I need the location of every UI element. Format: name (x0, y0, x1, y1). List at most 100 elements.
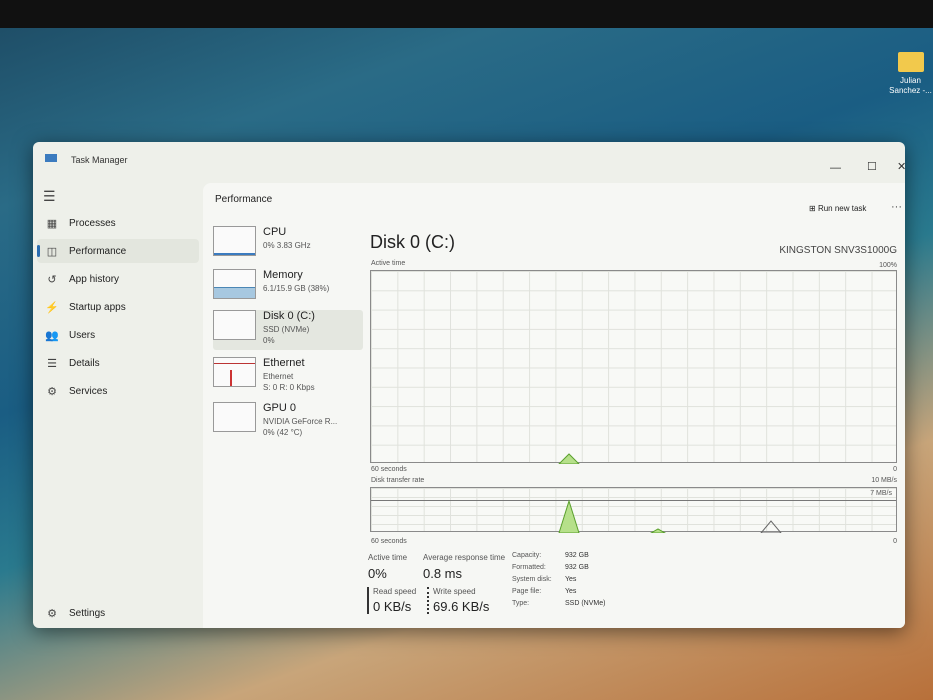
perf-item-detail: Ethernet S: 0 R: 0 Kbps (263, 371, 315, 393)
desktop-folder-icon[interactable]: Julian Sanchez -... (888, 52, 933, 96)
prop-value: Yes (565, 576, 577, 583)
prop-value: SSD (NVMe) (565, 600, 606, 607)
disk-title: Disk 0 (C:) (370, 232, 455, 252)
disk-usage: 0% (263, 336, 275, 345)
title-bar: Task Manager — ☐ ✕ (33, 142, 905, 178)
gpu-usage: 0% (42 °C) (263, 428, 303, 437)
prop-key: Type: (512, 600, 530, 607)
active-time-series (558, 453, 580, 464)
transfer-rate-max: 10 MB/s (871, 477, 897, 484)
details-icon: ☰ (47, 357, 57, 370)
active-time-value: 0% (368, 566, 387, 581)
transfer-rate-min: 0 (893, 538, 897, 545)
processes-icon: ▦ (46, 217, 58, 230)
disk-properties-values: 932 GB 932 GB Yes Yes SSD (NVMe) (565, 550, 605, 610)
write-speed-label: Write speed (433, 587, 476, 596)
minimize-button[interactable]: — (830, 162, 841, 174)
sidebar-item-label: Details (69, 357, 100, 369)
active-time-max: 100% (879, 262, 897, 269)
sidebar-item-processes[interactable]: ▦ Processes (37, 211, 199, 235)
settings-icon: ⚙ (47, 607, 57, 620)
sidebar-item-users[interactable]: 👥 Users (37, 323, 199, 347)
sidebar-item-services[interactable]: ⚙ Services (37, 379, 199, 403)
prop-value: 932 GB (565, 552, 589, 559)
page-title: Performance (215, 194, 273, 205)
sidebar-item-app-history[interactable]: ↺ App history (37, 267, 199, 291)
perf-item-detail: 6.1/15.9 GB (38%) (263, 284, 330, 293)
disk-thumbnail (213, 310, 256, 340)
run-new-task-button[interactable]: ⊞ Run new task (809, 204, 866, 213)
perf-item-name: GPU 0 (263, 402, 297, 414)
users-icon: 👥 (45, 329, 59, 342)
perf-item-name: Disk 0 (C:) (263, 310, 315, 322)
prop-value: 932 GB (565, 564, 589, 571)
sidebar-item-label: Startup apps (69, 301, 126, 313)
perf-item-name: CPU (263, 226, 287, 238)
sidebar-item-performance[interactable]: ◫ Performance (37, 239, 199, 263)
transfer-rate-series (558, 499, 782, 533)
adapter-name: Ethernet (263, 372, 294, 381)
read-speed-value: 0 KB/s (373, 599, 412, 614)
prop-key: Page file: (512, 588, 542, 595)
sidebar-item-details[interactable]: ☰ Details (37, 351, 199, 375)
write-speed-marker (427, 587, 429, 614)
active-time-graph (370, 270, 897, 464)
perf-item-detail: SSD (NVMe) 0% (263, 324, 309, 346)
perf-item-cpu[interactable]: CPU 0% 3.83 GHz (213, 226, 363, 266)
sidebar-item-startup-apps[interactable]: ⚡ Startup apps (37, 295, 199, 319)
sidebar-item-label: App history (69, 273, 120, 285)
more-options-button[interactable]: ··· (891, 201, 902, 213)
active-time-label: Active time (368, 553, 408, 562)
maximize-button[interactable]: ☐ (867, 160, 877, 173)
ethernet-thumbnail (213, 357, 256, 387)
performance-icon: ◫ (46, 245, 58, 258)
gpu-model: NVIDIA GeForce R... (263, 417, 338, 426)
disk-type: SSD (NVMe) (263, 325, 310, 334)
prop-value: Yes (565, 588, 577, 595)
sidebar-item-label: Settings (69, 607, 106, 619)
startup-icon: ⚡ (45, 301, 59, 314)
perf-item-name: Ethernet (263, 357, 305, 369)
sidebar: ☰ ▦ Processes ◫ Performance ↺ App history ⚡… (33, 178, 203, 628)
sidebar-item-label: Performance (69, 245, 127, 257)
perf-item-detail: NVIDIA GeForce R... 0% (42 °C) (263, 416, 337, 438)
avg-response-label: Average response time (423, 553, 506, 562)
perf-item-detail: 0% 3.83 GHz (263, 241, 311, 250)
perf-item-name: Memory (263, 269, 303, 281)
disk-model: KINGSTON SNV3S1000G (779, 245, 897, 256)
throughput: S: 0 R: 0 Kbps (263, 383, 315, 392)
hamburger-menu-icon[interactable]: ☰ (43, 188, 56, 205)
perf-item-memory[interactable]: Memory 6.1/15.9 GB (38%) (213, 269, 363, 309)
read-speed-marker (367, 587, 369, 614)
window-title: Task Manager (71, 155, 128, 165)
history-icon: ↺ (47, 273, 57, 286)
active-time-graph-label: Active time (371, 260, 406, 267)
screen-bezel (0, 0, 933, 28)
write-speed-value: 69.6 KB/s (433, 599, 490, 614)
perf-item-disk[interactable]: Disk 0 (C:) SSD (NVMe) 0% (213, 310, 363, 350)
cpu-thumbnail (213, 226, 256, 256)
prop-key: System disk: (512, 576, 552, 583)
memory-thumbnail (213, 269, 256, 299)
prop-key: Formatted: (512, 564, 546, 571)
folder-icon (897, 52, 924, 72)
gpu-thumbnail (213, 402, 256, 432)
prop-key: Capacity: (512, 552, 542, 559)
transfer-rate-graph-label: Disk transfer rate (371, 477, 425, 484)
read-speed-label: Read speed (373, 587, 417, 596)
run-task-icon: ⊞ (809, 204, 818, 213)
task-manager-window: Task Manager — ☐ ✕ ☰ ▦ Processes ◫ Perform… (33, 142, 905, 628)
close-button[interactable]: ✕ (897, 160, 905, 173)
run-new-task-label: Run new task (817, 204, 867, 213)
sidebar-item-label: Processes (69, 217, 116, 229)
sidebar-item-label: Services (69, 385, 108, 397)
avg-response-value: 0.8 ms (423, 566, 463, 581)
disk-properties-keys: Capacity: Formatted: System disk: Page file… (512, 550, 552, 610)
transfer-rate-graph: 7 MB/s (370, 487, 897, 533)
performance-panel: Performance ⊞ Run new task ··· CPU 0% 3.8… (203, 183, 905, 628)
perf-item-gpu[interactable]: GPU 0 NVIDIA GeForce R... 0% (42 °C) (213, 402, 363, 442)
sidebar-item-settings[interactable]: ⚙ Settings (37, 601, 199, 625)
sidebar-item-label: Users (69, 329, 96, 341)
perf-item-ethernet[interactable]: Ethernet Ethernet S: 0 R: 0 Kbps (213, 357, 363, 397)
services-icon: ⚙ (47, 385, 57, 398)
